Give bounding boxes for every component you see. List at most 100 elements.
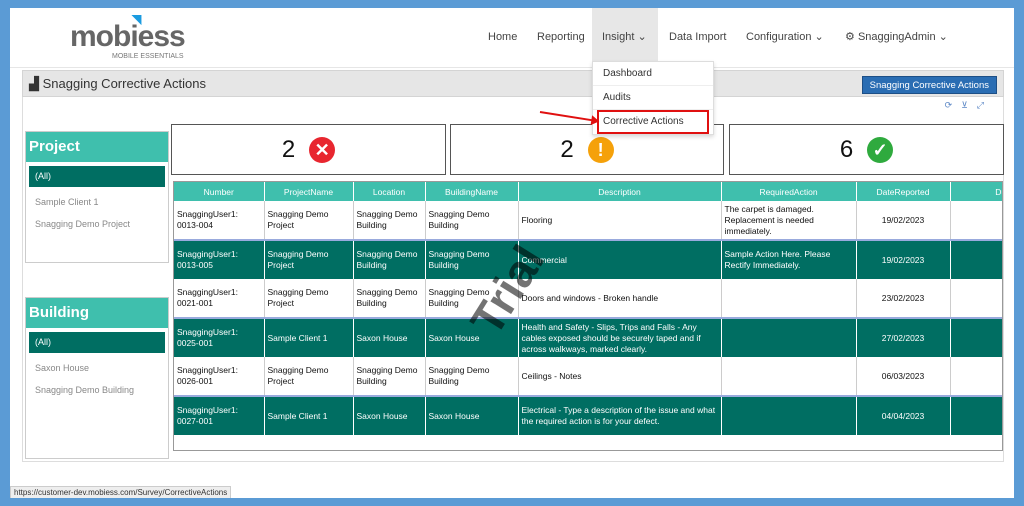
logo[interactable]: ◥ mobiess MOBILE ESSENTIALS xyxy=(70,12,186,60)
table-cell xyxy=(721,357,857,396)
table-row[interactable]: SnaggingUser1: 0021-001 Snagging Demo Pro… xyxy=(174,279,1002,318)
filter-item[interactable]: (All) xyxy=(29,166,165,187)
expand-icon[interactable]: ⤢ xyxy=(977,100,993,110)
nav-reporting[interactable]: Reporting xyxy=(527,8,595,68)
kpi-value: 6 xyxy=(839,135,854,163)
filter-item[interactable]: (All) xyxy=(29,332,165,353)
column-header[interactable]: Number xyxy=(174,182,265,201)
page-title: Snagging Corrective Actions xyxy=(42,76,206,91)
table-cell xyxy=(950,395,1002,435)
table-cell: Snagging Demo Building xyxy=(425,279,519,318)
table-cell: Sample Action Here. Please Rectify Immed… xyxy=(721,239,857,279)
gear-icon: ⚙ xyxy=(845,31,855,43)
table-cell xyxy=(950,317,1002,357)
table-cell: SnaggingUser1: 0026-001 xyxy=(174,357,265,396)
filter-item[interactable]: Snagging Demo Project xyxy=(26,213,168,235)
table-row[interactable]: SnaggingUser1: 0013-004 Snagging Demo Pro… xyxy=(174,201,1002,240)
navbar: ◥ mobiess MOBILE ESSENTIALS Home Reporting… xyxy=(10,8,1014,68)
column-header[interactable]: ProjectName xyxy=(264,182,354,201)
table-cell: 04/04/2023 xyxy=(856,395,951,435)
table-cell xyxy=(721,279,857,318)
filter-item[interactable]: Saxon House xyxy=(26,357,168,379)
nav-user[interactable]: ⚙ SnaggingAdmin ⌄ xyxy=(835,8,958,68)
browser-page: ◥ mobiess MOBILE ESSENTIALS Home Reporting… xyxy=(10,8,1014,498)
table-cell: Electrical - Type a description of the i… xyxy=(518,395,722,435)
table-cell: Snagging Demo Project xyxy=(264,201,354,240)
table-cell: Snagging Demo Building xyxy=(353,279,426,318)
nav-home[interactable]: Home xyxy=(478,8,527,68)
column-header[interactable]: RequiredAction xyxy=(721,182,857,201)
nav-user-label: SnaggingAdmin xyxy=(857,31,936,43)
nav-configuration[interactable]: Configuration ⌄ xyxy=(736,8,834,68)
nav-insight-label: Insight xyxy=(602,31,635,43)
x-circle-icon: ✕ xyxy=(309,136,336,163)
table-row[interactable]: SnaggingUser1: 0025-001 Sample Client 1 Sa… xyxy=(174,317,1002,357)
table-cell xyxy=(721,317,857,357)
snagging-corrective-actions-button[interactable]: Snagging Corrective Actions xyxy=(861,76,997,94)
dashboard-body: ⟳⊻⤢ Project (All) Sample Client 1 Snaggi… xyxy=(22,97,1004,462)
table-cell: 06/03/2023 xyxy=(856,357,951,396)
filter-item[interactable]: Snagging Demo Building xyxy=(26,379,168,401)
chevron-down-icon: ⌄ xyxy=(938,31,948,43)
table-cell: 19/02/2023 xyxy=(856,239,951,279)
table-cell: Saxon House xyxy=(425,395,519,435)
nav-insight[interactable]: Insight ⌄ xyxy=(592,8,658,68)
table-cell: 19/02/2023 xyxy=(856,201,951,240)
column-header[interactable]: DueDate xyxy=(950,182,1002,201)
table-row[interactable]: SnaggingUser1: 0027-001 Sample Client 1 Sa… xyxy=(174,395,1002,435)
menu-item-dashboard[interactable]: Dashboard xyxy=(593,62,713,86)
building-filter-title: Building xyxy=(26,298,168,328)
table-cell: SnaggingUser1: 0013-004 xyxy=(174,201,265,240)
status-bar-url: https://customer-dev.mobiess.com/Survey/… xyxy=(10,486,232,498)
table-cell: Snagging Demo Building xyxy=(425,201,519,240)
table-cell xyxy=(721,395,857,435)
brand-tagline: MOBILE ESSENTIALS xyxy=(112,53,184,60)
table-cell: Health and Safety - Slips, Trips and Fal… xyxy=(518,317,722,357)
column-header[interactable]: BuildingName xyxy=(425,182,519,201)
kpi-card-passed: 6 ✓ xyxy=(729,124,1004,175)
table-cell: Flooring xyxy=(518,201,722,240)
filter-item[interactable]: Sample Client 1 xyxy=(26,191,168,213)
table-cell: Snagging Demo Building xyxy=(353,239,426,279)
clear-filter-icon[interactable]: ⊻ xyxy=(961,100,977,110)
table-cell: Snagging Demo Project xyxy=(264,357,354,396)
table-cell: Doors and windows - Broken handle xyxy=(518,279,722,318)
exclamation-circle-icon: ! xyxy=(587,136,614,163)
bar-chart-icon: ▟ xyxy=(29,76,39,91)
chevron-down-icon: ⌄ xyxy=(637,31,647,43)
table-row[interactable]: SnaggingUser1: 0026-001 Snagging Demo Pro… xyxy=(174,357,1002,396)
column-header[interactable]: Location xyxy=(353,182,426,201)
table-cell xyxy=(950,357,1002,396)
table-cell: 23/02/2023 xyxy=(856,279,951,318)
nav-configuration-label: Configuration xyxy=(746,31,812,43)
table-cell: Saxon House xyxy=(353,317,426,357)
table-cell: 27/02/2023 xyxy=(856,317,951,357)
table-cell: Snagging Demo Building xyxy=(353,201,426,240)
table-cell: Snagging Demo Project xyxy=(264,239,354,279)
check-circle-icon: ✓ xyxy=(867,136,894,163)
table-cell: SnaggingUser1: 0025-001 xyxy=(174,317,265,357)
building-filter: Building (All) Saxon House Snagging Demo… xyxy=(25,297,169,459)
wifi-icon: ◥ xyxy=(132,12,141,26)
table-cell: Snagging Demo Building xyxy=(425,357,519,396)
table-row[interactable]: SnaggingUser1: 0013-005 Snagging Demo Pro… xyxy=(174,239,1002,279)
kpi-value: 2 xyxy=(281,135,296,163)
table-cell: Saxon House xyxy=(353,395,426,435)
brand-name: mobiess xyxy=(70,20,186,53)
project-filter: Project (All) Sample Client 1 Snagging D… xyxy=(25,131,169,263)
menu-item-audits[interactable]: Audits xyxy=(593,86,713,110)
table-cell: Saxon House xyxy=(425,317,519,357)
table-cell: SnaggingUser1: 0021-001 xyxy=(174,279,265,318)
table-cell: SnaggingUser1: 0013-005 xyxy=(174,239,265,279)
table-cell: Snagging Demo Project xyxy=(264,279,354,318)
refresh-icon[interactable]: ⟳ xyxy=(945,100,962,110)
panel-header: ▟ Snagging Corrective Actions Snagging C… xyxy=(22,70,1004,97)
table-cell: Sample Client 1 xyxy=(264,395,354,435)
table-cell: The carpet is damaged. Replacement is ne… xyxy=(721,201,857,240)
nav-data-import[interactable]: Data Import xyxy=(659,8,736,68)
corrective-actions-table[interactable]: Number ProjectName Location BuildingName Des… xyxy=(173,181,1003,451)
column-header[interactable]: Description xyxy=(518,182,722,201)
menu-item-corrective-actions[interactable]: Corrective Actions xyxy=(597,110,709,134)
column-header[interactable]: DateReported xyxy=(856,182,951,201)
insight-dropdown: Dashboard Audits Corrective Actions xyxy=(592,61,714,135)
